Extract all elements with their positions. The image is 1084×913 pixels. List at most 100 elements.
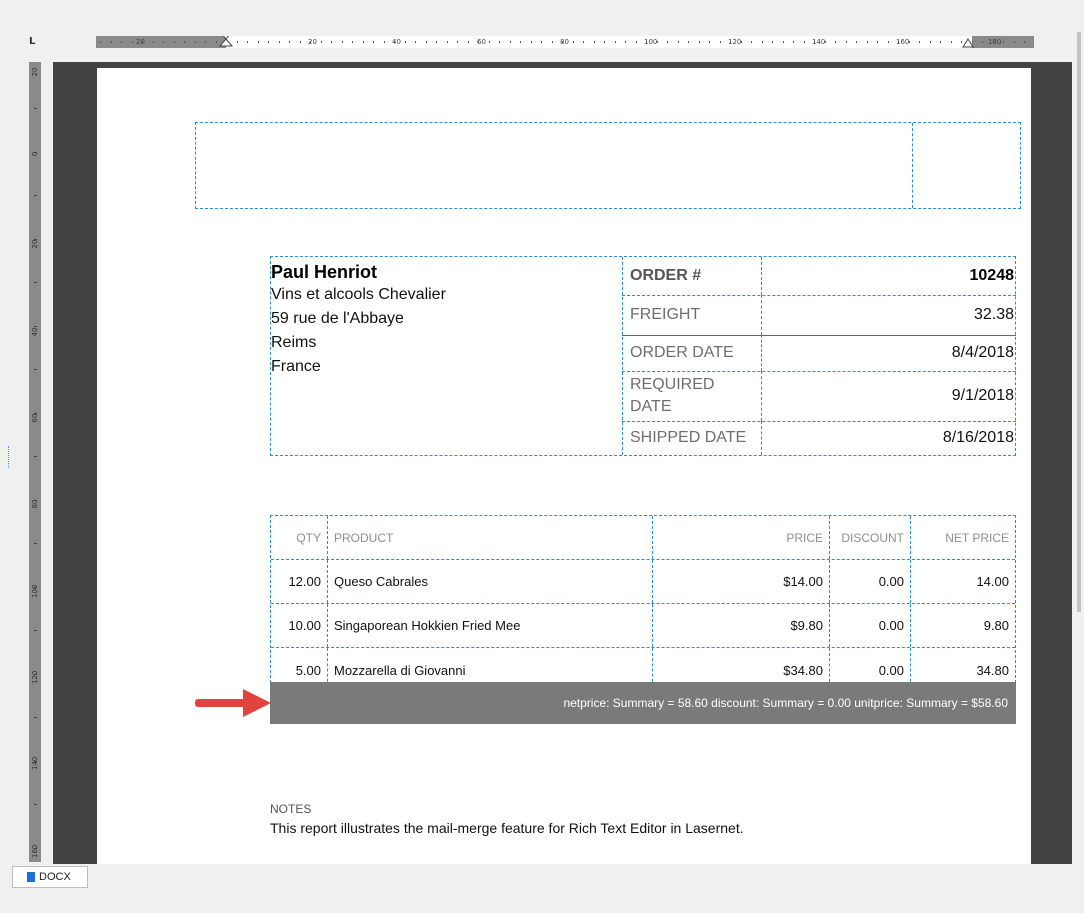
shipped-date-row[interactable]: SHIPPED DATE 8/16/2018 [622, 421, 1016, 455]
table-row[interactable]: 12.00 Queso Cabrales $14.00 0.00 14.00 [271, 560, 1015, 604]
ruler-tick [34, 195, 37, 196]
shipped-date-label: SHIPPED DATE [622, 421, 762, 455]
discount-cell: 0.00 [830, 560, 911, 603]
ruler-tick [121, 41, 122, 43]
ruler-tick [362, 41, 364, 43]
ruler-tick [572, 41, 574, 43]
ruler-tick [614, 41, 616, 43]
ruler-tick [530, 41, 532, 43]
ruler-tick [34, 456, 37, 457]
customer-name: Paul Henriot [271, 262, 378, 282]
ruler-tick [34, 543, 37, 544]
price-cell: $9.80 [653, 604, 830, 647]
ruler-tick [709, 41, 710, 43]
ruler-tick [604, 41, 605, 43]
required-date-row[interactable]: REQUIRED DATE 9/1/2018 [622, 371, 1016, 422]
ruler-tick [982, 41, 983, 43]
ruler-tick [919, 41, 920, 43]
arrow-icon [195, 689, 271, 717]
ruler-tick [34, 717, 37, 718]
freight-value: 32.38 [973, 306, 1014, 323]
document-page[interactable]: Paul Henriot Vins et alcools Chevalier 5… [97, 68, 1031, 864]
scrollbar-thumb[interactable] [1077, 32, 1081, 612]
ruler-number: 80 [560, 38, 569, 46]
ruler-tick [866, 41, 868, 43]
ruler-tick [593, 41, 595, 43]
ruler-tick [299, 41, 301, 43]
header-table[interactable] [195, 122, 1021, 209]
ruler-number: 100 [644, 38, 658, 46]
ruler-tick [688, 41, 689, 43]
cursor-position-marker [8, 446, 10, 468]
order-items-table[interactable]: QTY PRODUCT PRICE DISCOUNT NET PRICE 12.… [270, 515, 1016, 693]
ruler-tick [1003, 41, 1004, 43]
horizontal-ruler[interactable]: 20 20 40 60 80 100 120 140 160 180 [96, 36, 1034, 48]
summary-row[interactable]: netprice: Summary = 58.60 discount: Summ… [270, 682, 1016, 724]
first-line-indent-icon[interactable] [219, 36, 233, 48]
shipped-date-value: 8/16/2018 [942, 429, 1014, 446]
order-number-row[interactable]: ORDER # 10248 [622, 257, 1016, 296]
address-line: Vins et alcools Chevalier [271, 286, 446, 303]
ruler-number: 180 [988, 38, 1002, 46]
freight-label: FREIGHT [622, 295, 762, 335]
ruler-tick [205, 41, 206, 43]
ruler-tick [215, 41, 217, 43]
qty-cell: 10.00 [271, 604, 328, 647]
ruler-tick [845, 41, 847, 43]
ruler-tick [34, 325, 37, 327]
ruler-tick [131, 41, 133, 43]
ruler-number: 20 [308, 38, 317, 46]
ruler-tick [887, 41, 889, 43]
customer-address[interactable]: Paul Henriot Vins et alcools Chevalier 5… [271, 257, 623, 455]
ruler-tick [499, 41, 500, 43]
ruler-tick [677, 41, 679, 43]
ruler-tick [457, 41, 458, 43]
document-workspace[interactable]: Paul Henriot Vins et alcools Chevalier 5… [53, 62, 1072, 864]
order-date-row[interactable]: ORDER DATE 8/4/2018 [622, 335, 1016, 372]
ruler-tick [34, 847, 37, 849]
ruler-active-area [226, 36, 972, 48]
ruler-tick [856, 41, 857, 43]
ruler-number: 40 [31, 327, 39, 337]
vertical-ruler[interactable]: 20 0 20 40 60 80 100 120 140 160 [29, 62, 41, 862]
ruler-tick [551, 41, 553, 43]
right-indent-icon[interactable] [962, 38, 974, 48]
ruler-tick [635, 41, 637, 43]
ruler-tick [34, 499, 37, 501]
ruler-tick [34, 630, 37, 631]
ruler-tick [236, 41, 238, 43]
ruler-tick [415, 41, 416, 43]
ruler-tick [625, 41, 626, 43]
ruler-number: 120 [728, 38, 742, 46]
ruler-tick [34, 673, 37, 675]
ruler-tick [950, 41, 952, 43]
ruler-tick [404, 41, 406, 43]
ruler-tick [1013, 41, 1015, 43]
order-info-table[interactable]: Paul Henriot Vins et alcools Chevalier 5… [270, 256, 1016, 456]
ruler-tick [751, 41, 752, 43]
table-row[interactable]: 10.00 Singaporean Hokkien Fried Mee $9.8… [271, 604, 1015, 648]
ruler-tick [488, 41, 490, 43]
ruler-tick [289, 41, 290, 43]
address-line: France [271, 358, 321, 375]
notes-text: This report illustrates the mail-merge f… [270, 820, 744, 836]
freight-row[interactable]: FREIGHT 32.38 [622, 295, 1016, 336]
ruler-number: 40 [392, 38, 401, 46]
order-number-value: 10248 [969, 267, 1015, 284]
ruler-tick [34, 282, 37, 283]
net-price-cell: 9.80 [983, 618, 1009, 633]
order-date-label: ORDER DATE [622, 335, 762, 371]
ruler-tick [698, 41, 700, 43]
vertical-scrollbar[interactable] [1074, 12, 1084, 864]
ruler-tick [835, 41, 836, 43]
ruler-tick [772, 41, 773, 43]
product-header: PRODUCT [328, 516, 653, 559]
ruler-tick [247, 41, 248, 43]
ruler-tick [383, 41, 385, 43]
ruler-tick [34, 369, 37, 370]
notes-label: NOTES [270, 802, 312, 816]
tab-docx[interactable]: DOCX [12, 866, 88, 888]
ruler-corner[interactable]: L [29, 36, 35, 47]
header-table-divider [912, 123, 913, 208]
document-icon [27, 872, 35, 882]
